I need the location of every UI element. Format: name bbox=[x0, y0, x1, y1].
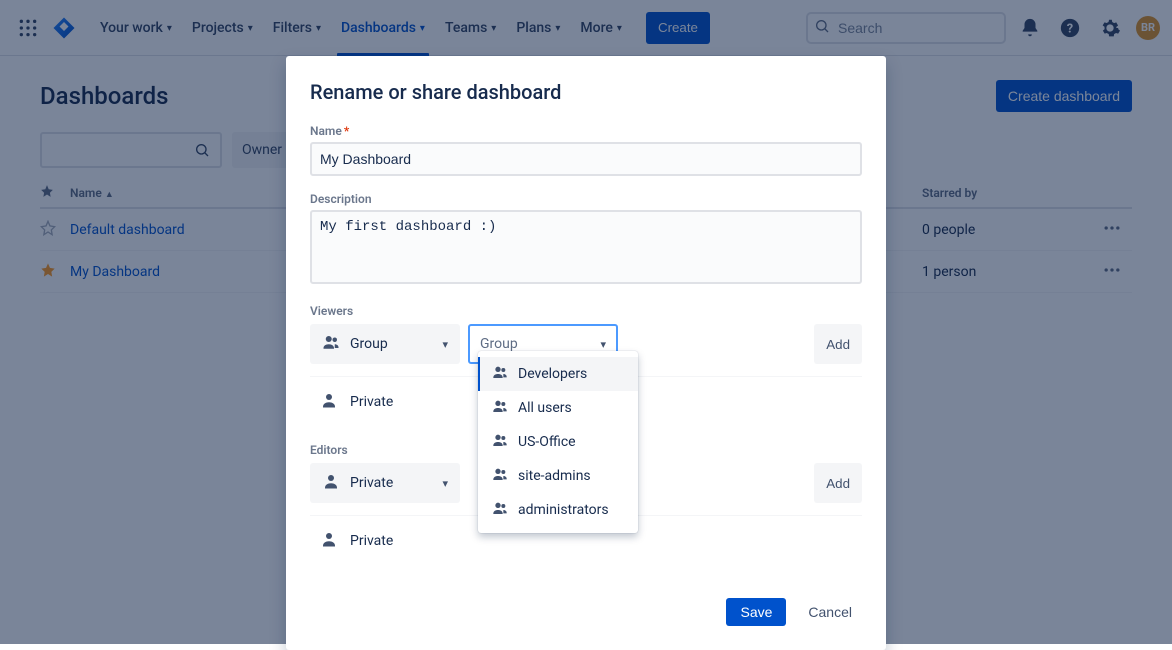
name-input[interactable] bbox=[310, 142, 862, 176]
dropdown-option[interactable]: US-Office bbox=[478, 425, 638, 459]
dropdown-option[interactable]: Developers bbox=[478, 357, 638, 391]
chevron-down-icon: ▾ bbox=[600, 338, 606, 351]
name-label: Name* bbox=[310, 124, 862, 138]
viewers-label: Viewers bbox=[310, 304, 862, 318]
add-viewer-button[interactable]: Add bbox=[814, 324, 862, 364]
group-dropdown: Developers All users US-Office site-admi… bbox=[478, 351, 638, 533]
person-icon bbox=[320, 391, 338, 413]
chevron-down-icon: ▾ bbox=[442, 477, 448, 490]
rename-share-modal: Rename or share dashboard Name* Descript… bbox=[286, 56, 886, 650]
dropdown-label: US-Office bbox=[518, 434, 576, 450]
viewer-entry-label: Private bbox=[350, 394, 393, 410]
select-value: Private bbox=[350, 475, 442, 491]
modal-title: Rename or share dashboard bbox=[310, 80, 862, 104]
editor-entry-label: Private bbox=[350, 533, 393, 549]
description-input[interactable] bbox=[310, 210, 862, 284]
select-value: Group bbox=[350, 336, 442, 352]
dropdown-option[interactable]: All users bbox=[478, 391, 638, 425]
group-icon bbox=[492, 466, 508, 486]
add-editor-button[interactable]: Add bbox=[814, 463, 862, 503]
group-icon bbox=[492, 500, 508, 520]
viewer-type-select[interactable]: Group ▾ bbox=[310, 324, 460, 364]
group-icon bbox=[322, 333, 340, 355]
person-icon bbox=[320, 530, 338, 552]
save-button[interactable]: Save bbox=[726, 598, 786, 626]
dropdown-option[interactable]: site-admins bbox=[478, 459, 638, 493]
group-icon bbox=[492, 432, 508, 452]
group-icon bbox=[492, 364, 508, 384]
cancel-button[interactable]: Cancel bbox=[798, 598, 862, 626]
description-label: Description bbox=[310, 192, 862, 206]
dropdown-label: All users bbox=[518, 400, 572, 416]
chevron-down-icon: ▾ bbox=[442, 338, 448, 351]
group-icon bbox=[492, 398, 508, 418]
dropdown-label: administrators bbox=[518, 502, 609, 518]
dropdown-label: Developers bbox=[518, 366, 587, 382]
dropdown-option[interactable]: administrators bbox=[478, 493, 638, 527]
select-placeholder: Group bbox=[480, 336, 600, 352]
dropdown-label: site-admins bbox=[518, 468, 591, 484]
editor-type-select[interactable]: Private ▾ bbox=[310, 463, 460, 503]
person-icon bbox=[322, 472, 340, 494]
